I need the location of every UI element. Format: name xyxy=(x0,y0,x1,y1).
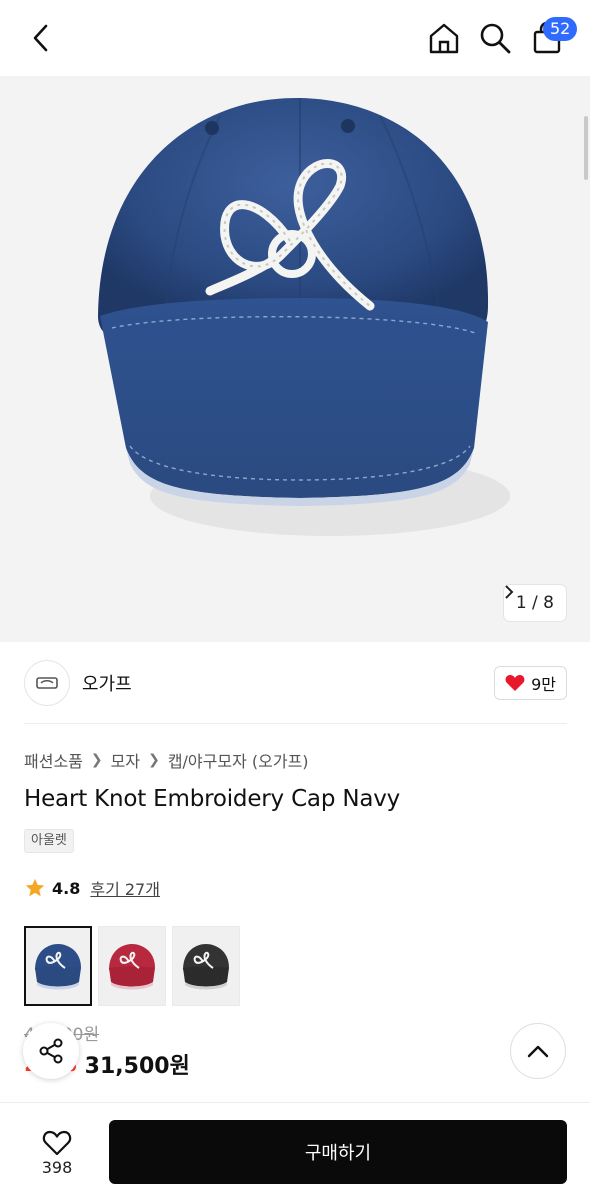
product-image-gallery[interactable]: 1 / 8 xyxy=(0,76,590,642)
brand-name[interactable]: 오가프 xyxy=(82,670,132,696)
scrollbar[interactable] xyxy=(584,116,588,180)
star-icon xyxy=(25,878,45,897)
thumb-cap-red xyxy=(109,944,155,990)
chevron-right-icon xyxy=(505,585,514,599)
top-bar: 52 xyxy=(0,0,590,76)
brand-like-count: 9만 xyxy=(531,675,556,694)
wishlist-count: 398 xyxy=(41,1158,73,1177)
review-count-link[interactable]: 후기 27개 xyxy=(90,876,160,900)
chevron-right-icon: ❯ xyxy=(148,752,160,768)
color-option-black[interactable] xyxy=(172,926,240,1006)
breadcrumb-item[interactable]: 패션소품 xyxy=(24,748,83,772)
sale-price: 31,500원 xyxy=(84,1054,190,1079)
breadcrumb-item[interactable]: 모자 xyxy=(111,748,140,772)
buy-button[interactable]: 구매하기 xyxy=(109,1120,567,1184)
color-option-red[interactable] xyxy=(98,926,166,1006)
color-option-navy[interactable] xyxy=(24,926,92,1006)
thumb-cap-navy xyxy=(35,944,81,990)
brand-logo-icon xyxy=(36,677,58,689)
product-image-navy-cap xyxy=(98,97,510,536)
breadcrumb: 패션소품 ❯ 모자 ❯ 캡/야구모자 (오가프) xyxy=(24,748,309,772)
thumb-cap-black xyxy=(183,944,229,990)
back-icon[interactable] xyxy=(22,18,60,58)
brand-like-button[interactable]: 9만 xyxy=(494,666,567,700)
home-icon[interactable] xyxy=(424,18,464,58)
brand-row[interactable]: 오가프 9만 xyxy=(24,660,567,706)
color-options xyxy=(24,926,240,1006)
share-icon xyxy=(39,1038,63,1064)
rating-row[interactable]: 4.8 후기 27개 xyxy=(24,876,160,900)
divider xyxy=(24,723,567,724)
image-counter-text: 1 / 8 xyxy=(515,593,554,613)
chevron-up-icon xyxy=(527,1045,549,1058)
search-icon[interactable] xyxy=(475,18,515,58)
wishlist-button[interactable]: 398 xyxy=(26,1121,88,1185)
brand-logo[interactable] xyxy=(24,660,70,706)
heart-outline-icon xyxy=(42,1130,72,1156)
outlet-tag: 아울렛 xyxy=(24,829,74,853)
product-title: Heart Knot Embroidery Cap Navy xyxy=(24,786,401,812)
scroll-to-top-button[interactable] xyxy=(510,1023,566,1079)
chevron-right-icon: ❯ xyxy=(90,752,103,768)
image-counter[interactable]: 1 / 8 xyxy=(503,585,566,621)
cart-count-badge: 52 xyxy=(543,17,578,41)
share-button[interactable] xyxy=(23,1023,79,1079)
breadcrumb-item[interactable]: 캡/야구모자 (오가프) xyxy=(168,748,309,772)
rating-score: 4.8 xyxy=(52,878,81,898)
bottom-action-bar: 398 구매하기 xyxy=(0,1102,590,1200)
heart-filled-icon xyxy=(505,675,525,691)
